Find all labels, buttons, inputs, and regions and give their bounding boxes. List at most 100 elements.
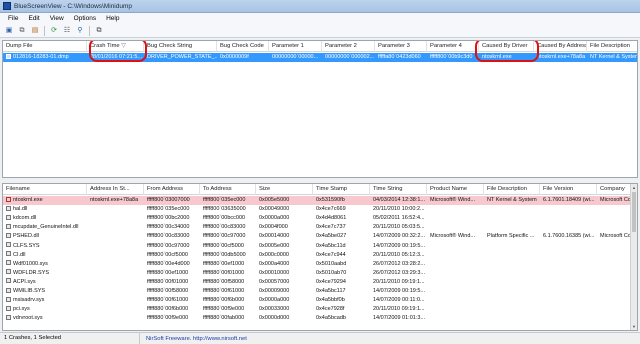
cell-address-in-stack — [87, 314, 144, 323]
vertical-scrollbar[interactable]: ▲ ▼ — [630, 184, 637, 330]
cell-address-in-stack — [87, 205, 144, 214]
driver-row[interactable]: kdcom.dll fffff800`00bc2000 fffff800`00bcc… — [3, 214, 637, 223]
column-header-caused-by-address[interactable]: Caused By Address — [534, 41, 587, 52]
nirsoft-link[interactable]: NirSoft Freeware. http://www.nirsoft.net — [140, 336, 247, 342]
scroll-thumb[interactable] — [632, 192, 636, 232]
cell-file-description — [484, 287, 540, 296]
properties-icon[interactable]: ☷ — [62, 26, 72, 36]
cell-product-name — [427, 242, 484, 251]
menu-help[interactable]: Help — [101, 15, 124, 22]
cell-address-in-stack — [87, 278, 144, 287]
column-header-parameter-1[interactable]: Parameter 1 — [269, 41, 322, 52]
cell-bug-check-code: 0x0000009f — [220, 54, 249, 60]
column-header-caused-by-driver[interactable]: Caused By Driver — [479, 41, 534, 52]
cell-file-description — [484, 305, 540, 314]
column-header-address-in-stack[interactable]: Address In St... — [87, 184, 144, 195]
cell-size: 0x0000a000 — [259, 297, 290, 304]
cell-file-description — [484, 214, 540, 223]
cell-product-name — [427, 314, 484, 323]
column-header-file-description[interactable]: File Description — [484, 184, 540, 195]
cell-time-stamp: 0x4a5bc11d — [316, 242, 346, 249]
driver-row[interactable]: hal.dll fffff800`035ec000 fffff800`0363500… — [3, 205, 637, 214]
cell-product-name — [427, 214, 484, 223]
exit-icon[interactable]: ⧉ — [94, 26, 104, 36]
column-header-dump-file[interactable]: Dump File — [3, 41, 87, 52]
column-header-parameter-3[interactable]: Parameter 3 — [375, 41, 427, 52]
cell-size: 0x00009000 — [259, 288, 290, 294]
column-header-time-stamp[interactable]: Time Stamp — [313, 184, 370, 195]
driver-row[interactable]: WMILIB.SYS fffff880`00f58000 fffff880`00f6… — [3, 287, 637, 296]
driver-row[interactable]: vdrvroot.sys fffff880`00f9e000 fffff880`00… — [3, 314, 637, 323]
driver-row[interactable]: Wdf01000.sys fffff880`00e4d000 fffff880`00… — [3, 260, 637, 269]
title-bar: BlueScreenView - C:\Windows\Minidump — [0, 0, 640, 13]
column-header-size[interactable]: Size — [256, 184, 313, 195]
column-header-filename[interactable]: Filename — [3, 184, 87, 195]
status-bar: 1 Crashes, 1 Selected NirSoft Freeware. … — [0, 332, 640, 344]
crash-row[interactable]: 012816-18283-01.dmp 28/01/2016 07:21:5..… — [3, 53, 637, 62]
cell-to-address: fffff880`00fab000 — [203, 315, 245, 322]
cell-crash-time: 28/01/2016 07:21:5... — [90, 54, 142, 60]
cell-file-version — [540, 287, 597, 296]
driver-row-crash[interactable]: ntoskrnl.exe ntoskrnl.exe+78a8a fffff800`0… — [3, 196, 637, 205]
cell-parameter-3: fffffa80`0423d060 — [378, 54, 421, 60]
column-header-crash-time[interactable]: Crash Time ▽ — [87, 41, 144, 52]
cell-filename: ntoskrnl.exe — [3, 196, 87, 205]
cell-from-address: fffff800`00c97000 — [147, 242, 190, 249]
cell-from-address: fffff880`00f6b000 — [147, 306, 189, 313]
cell-to-address: fffff800`00c97000 — [203, 233, 246, 240]
cell-size: 0x0004f000 — [259, 224, 288, 231]
cell-product-name — [427, 205, 484, 214]
cell-time-string: 20/11/2010 09:19:1... — [373, 306, 425, 313]
column-header-file-description[interactable]: File Description — [587, 41, 637, 52]
cell-product-name — [427, 269, 484, 278]
column-header-parameter-2[interactable]: Parameter 2 — [322, 41, 375, 52]
find-icon[interactable]: ⚲ — [75, 26, 85, 36]
column-header-time-string[interactable]: Time String — [370, 184, 427, 195]
driver-row[interactable]: CLFS.SYS fffff800`00c97000 fffff800`00cf50… — [3, 242, 637, 251]
cell-size: 0x000a4000 — [259, 260, 290, 267]
driver-row[interactable]: ACPI.sys fffff880`00f01000 fffff880`00f580… — [3, 278, 637, 287]
cell-size: 0x00010000 — [259, 269, 290, 276]
driver-file-icon — [6, 232, 11, 238]
cell-filename: Wdf01000.sys — [3, 260, 87, 269]
menu-edit[interactable]: Edit — [23, 15, 44, 22]
copy-icon[interactable]: ⧉ — [17, 26, 27, 36]
menu-options[interactable]: Options — [69, 15, 101, 22]
cell-product-name — [427, 251, 484, 260]
column-header-product-name[interactable]: Product Name — [427, 184, 484, 195]
column-header-from-address[interactable]: From Address — [144, 184, 200, 195]
cell-from-address: fffff800`00c34000 — [147, 224, 190, 231]
column-header-bug-check-string[interactable]: Bug Check String — [144, 41, 217, 52]
toolbar-separator — [44, 25, 45, 36]
cell-time-stamp: 0x4a5bcadb — [316, 315, 346, 322]
scroll-down-icon[interactable]: ▼ — [631, 323, 637, 330]
scroll-up-icon[interactable]: ▲ — [631, 184, 637, 191]
driver-row[interactable]: msisadrv.sys fffff880`00f61000 fffff880`00… — [3, 296, 637, 305]
cell-from-address: fffff800`03007000 — [147, 197, 190, 203]
cell-time-stamp: 0x4a5bc117 — [316, 288, 346, 294]
cell-time-string: 26/07/2012 03:29:3... — [373, 269, 425, 276]
cell-file-description — [484, 278, 540, 287]
cell-file-description: NT Kernel & System — [487, 197, 537, 203]
driver-row[interactable]: mcupdate_GenuineIntel.dll fffff800`00c340… — [3, 223, 637, 232]
driver-row[interactable]: CI.dll fffff800`00cf5000 fffff800`00db5000… — [3, 251, 637, 260]
cell-time-stamp: 0x5010aabd — [316, 260, 347, 267]
menu-view[interactable]: View — [45, 15, 69, 22]
driver-row[interactable]: pci.sys fffff880`00f6b000 fffff880`00f9e00… — [3, 305, 637, 314]
save-icon[interactable]: ▣ — [4, 26, 14, 36]
driver-row[interactable]: PSHED.dll fffff800`00c83000 fffff800`00c97… — [3, 232, 637, 241]
column-header-parameter-4[interactable]: Parameter 4 — [427, 41, 479, 52]
column-header-to-address[interactable]: To Address — [200, 184, 256, 195]
cell-size: 0x0000d000 — [259, 315, 290, 322]
cell-file-version — [540, 251, 597, 260]
driver-row[interactable]: WDFLDR.SYS fffff880`00ef1000 fffff880`00f0… — [3, 269, 637, 278]
menu-file[interactable]: File — [3, 15, 23, 22]
cell-time-string: 26/07/2012 03:28:2... — [373, 260, 425, 267]
column-header-file-version[interactable]: File Version — [540, 184, 597, 195]
cell-time-string: 20/11/2010 10:00:2... — [373, 206, 425, 213]
column-header-bug-check-code[interactable]: Bug Check Code — [217, 41, 269, 52]
cell-file-version — [540, 242, 597, 251]
refresh-icon[interactable]: ⟳ — [49, 26, 59, 36]
html-report-icon[interactable]: ▤ — [30, 26, 40, 36]
cell-time-string: 20/11/2010 05:12:3... — [373, 251, 425, 258]
